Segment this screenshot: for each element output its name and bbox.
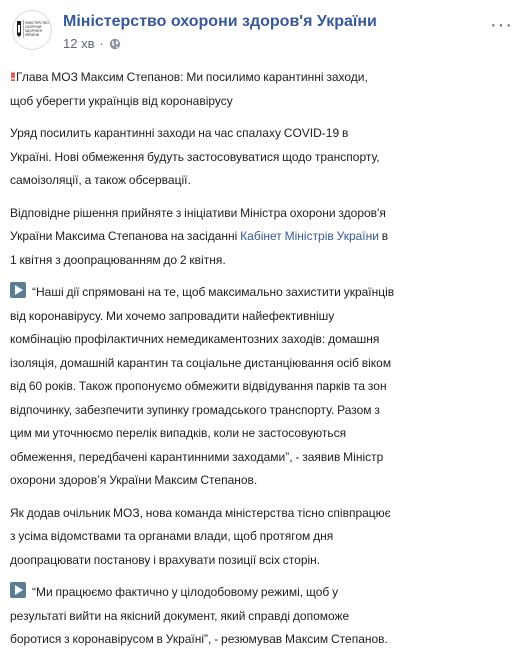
p2-line-3: 1 квітня з доопрацюванням до 2 квітня. (10, 252, 226, 267)
p3-line-1: “Наші дії спрямовані на те, щоб максимал… (32, 285, 395, 299)
facebook-post: МІНІСТЕРСТВО ОХОРОНИ ЗДОРОВ'Я УКРАЇНИ Мі… (0, 0, 525, 646)
p4-line-3: доопрацювати постанову і врахувати позиц… (10, 552, 321, 567)
more-options-icon[interactable]: ··· (490, 14, 513, 37)
p3-line-9: охорони здоров’я України Максим Степанов… (10, 473, 258, 487)
play-button-icon-2 (10, 582, 26, 598)
p5-line-1: “Ми працюємо фактично у цілодобовому реж… (32, 585, 339, 599)
p3-line-2: від коронавірусу. Ми хочемо запровадити … (10, 308, 335, 323)
p2-line-2-text: України Максима Степанова на засіданні (10, 229, 241, 243)
title-line-2: щоб уберегти українців від коронавірусу (10, 93, 233, 108)
post-header: МІНІСТЕРСТВО ОХОРОНИ ЗДОРОВ'Я УКРАЇНИ Мі… (12, 10, 515, 60)
double-exclamation-icon: !! (10, 70, 16, 84)
p2-line-2-tail: в (378, 229, 389, 243)
p1-line-1: Уряд посилить карантинні заходи на час с… (10, 126, 349, 140)
p5-line-2: результаті вийти на якісний документ, як… (10, 608, 350, 623)
avatar[interactable]: МІНІСТЕРСТВО ОХОРОНИ ЗДОРОВ'Я УКРАЇНИ (12, 10, 52, 50)
p3-line-6: відпочинку, забезпечити зупинку громадсь… (10, 402, 380, 417)
paragraph-2: Відповідне рішення прийняте з ініціативи… (10, 202, 515, 273)
p1-line-3: самоізоляції, а також обсервації. (10, 173, 191, 187)
p3-line-4: ізоляція, домашній карантин та соціальне… (10, 355, 392, 370)
p3-line-5: від 60 років. Також пропонуємо обмежити … (10, 379, 387, 393)
paragraph-4: Як додав очільник МОЗ, нова команда міні… (10, 502, 515, 573)
p4-line-1: Як додав очільник МОЗ, нова команда міні… (10, 505, 391, 520)
p3-line-8: обмеження, передбачені карантинними захо… (10, 449, 384, 464)
post-title: !! Глава МОЗ Максим Степанов: Ми посилимо… (10, 66, 515, 113)
paragraph-1: Уряд посилить карантинні заходи на час с… (10, 122, 515, 193)
post-body: !! Глава МОЗ Максим Степанов: Ми посилимо… (10, 66, 515, 661)
p2-line-1: Відповідне рішення прийняте з ініціативи… (10, 205, 386, 220)
cabinet-of-ministers-link[interactable]: Кабінет Міністрів України (240, 229, 379, 243)
globe-icon[interactable] (109, 38, 121, 50)
p1-line-2: Україні. Нові обмеження будуть застосову… (10, 149, 380, 164)
paragraph-5-quote: “Ми працюємо фактично у цілодобовому реж… (10, 581, 515, 652)
p3-line-7: цим ми уточнюємо перелік випадків, коли … (10, 426, 347, 440)
post-timestamp[interactable]: 12 хв (63, 36, 94, 51)
post-meta: 12 хв · (63, 36, 121, 51)
avatar-text-line-4: УКРАЇНИ (25, 32, 40, 37)
paragraph-3-quote: “Наші дії спрямовані на те, щоб максимал… (10, 281, 515, 493)
meta-separator: · (99, 36, 104, 51)
page-name-link[interactable]: Міністерство охорони здоров'я України (63, 13, 377, 31)
p4-line-2: з усіма відомствами та органами влади, щ… (10, 529, 334, 543)
p3-line-3: комбінацію профілактичних немедикаментоз… (10, 332, 380, 346)
play-button-icon (10, 282, 26, 298)
title-line-1: Глава МОЗ Максим Степанов: Ми посилимо к… (16, 70, 368, 84)
ministry-logo-icon: МІНІСТЕРСТВО ОХОРОНИ ЗДОРОВ'Я УКРАЇНИ (17, 20, 49, 38)
p5-line-3: боротися з коронавірусом в Україні”, - р… (10, 632, 388, 646)
